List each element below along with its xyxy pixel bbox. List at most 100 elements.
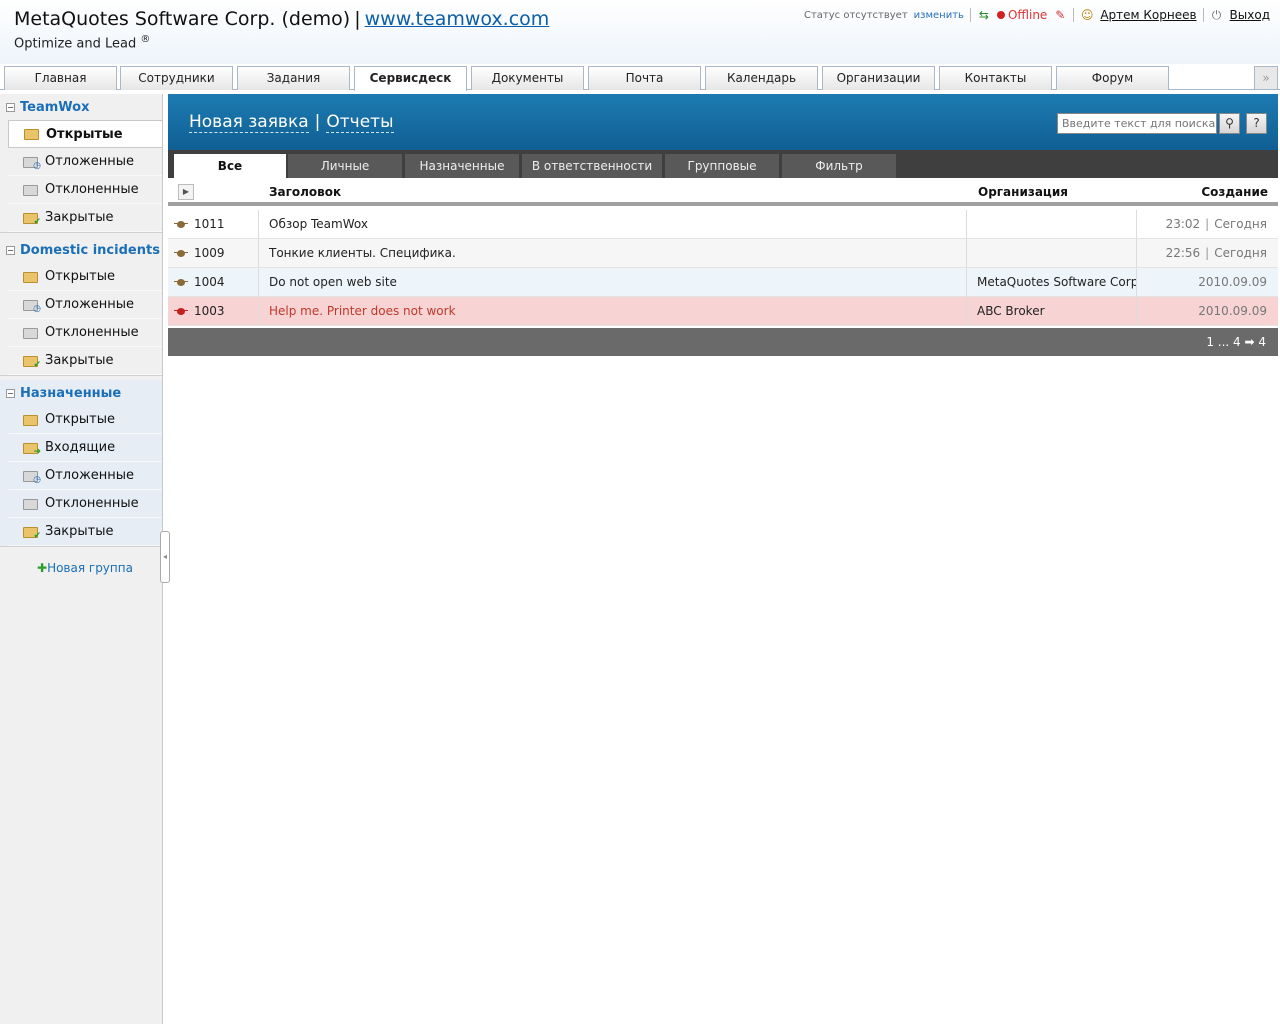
- table-row[interactable]: 1011 Обзор TeamWox 23:02 | Сегодня: [168, 210, 1278, 239]
- table-row[interactable]: 1009 Тонкие клиенты. Специфика. 22:56 | Се…: [168, 239, 1278, 268]
- sidebar-item-postponed[interactable]: ◷ Отложенные: [8, 291, 162, 319]
- ticket-created: 2010.09.09: [1198, 275, 1267, 289]
- app-title: MetaQuotes Software Corp. (demo) | www.tea…: [14, 8, 550, 30]
- app-header: MetaQuotes Software Corp. (demo) | www.tea…: [0, 0, 1280, 64]
- sidebar-item-rejected[interactable]: Отклоненные: [8, 490, 162, 518]
- sidebar-group-domestic-incidents: − Domestic incidents Открытые ◷ Отложенные…: [0, 237, 162, 376]
- ticket-org[interactable]: ABC Broker: [967, 297, 1137, 325]
- app-slogan: Optimize and Lead ®: [14, 34, 151, 52]
- table-row[interactable]: 1003 Help me. Printer does not work ABC …: [168, 297, 1278, 326]
- folder-clock-icon: ◷: [22, 154, 41, 170]
- banner-links: Новая заявка | Отчеты: [189, 112, 394, 133]
- ticket-id-cell: 1009: [168, 239, 259, 267]
- sidebar-item-open[interactable]: Открытые: [8, 263, 162, 291]
- sidebar-item-closed[interactable]: ✔ Закрытые: [8, 347, 162, 375]
- sidebar-item-postponed[interactable]: ◷ Отложенные: [8, 148, 162, 176]
- sidebar-item-closed[interactable]: ✔ Закрытые: [8, 518, 162, 546]
- ticket-created: 22:56 | Сегодня: [1165, 246, 1267, 260]
- expand-icon[interactable]: ▶: [178, 184, 194, 200]
- new-request-link[interactable]: Новая заявка: [189, 112, 309, 133]
- collapse-icon[interactable]: −: [6, 388, 15, 398]
- ticket-created: 23:02 | Сегодня: [1165, 217, 1267, 231]
- divider: [1073, 8, 1075, 22]
- ticket-title[interactable]: Тонкие клиенты. Специфика.: [259, 239, 967, 267]
- search-button[interactable]: ⚲: [1219, 113, 1240, 134]
- folder-rejected-icon: [22, 496, 40, 512]
- sidebar-item-closed[interactable]: ✔ Закрытые: [8, 204, 162, 232]
- search-input[interactable]: [1057, 113, 1217, 134]
- tab-personal[interactable]: Личные: [288, 154, 402, 178]
- folder-open-icon: [22, 269, 40, 285]
- ticket-created: 2010.09.09: [1198, 304, 1267, 318]
- tab-documents[interactable]: Документы: [471, 66, 584, 90]
- tab-employees[interactable]: Сотрудники: [120, 66, 233, 90]
- servicedesk-banner: Новая заявка|Отчеты ⚲ ?: [168, 94, 1278, 150]
- tab-responsibility[interactable]: В ответственности: [522, 154, 662, 178]
- user-icon: ☺: [1081, 8, 1094, 22]
- tab-assigned[interactable]: Назначенные: [405, 154, 519, 178]
- tab-organizations[interactable]: Организации: [822, 66, 935, 90]
- folder-incoming-icon: ➜: [22, 440, 41, 456]
- sidebar-item-rejected[interactable]: Отклоненные: [8, 319, 162, 347]
- tab-calendar[interactable]: Календарь: [705, 66, 818, 90]
- column-created-header[interactable]: Создание: [1201, 185, 1268, 199]
- divider: [1202, 8, 1204, 22]
- folder-check-icon: ✔: [22, 353, 41, 369]
- translate-icon[interactable]: ⇆: [977, 8, 991, 22]
- folder-rejected-icon: [22, 325, 40, 341]
- column-title-header[interactable]: Заголовок: [269, 185, 341, 199]
- tab-forum[interactable]: Форум: [1056, 66, 1169, 90]
- presence-status[interactable]: Offline: [996, 8, 1047, 22]
- main-nav-tabs: Главная Сотрудники Задания Сервисдеск До…: [0, 64, 1280, 91]
- sidebar-group-header[interactable]: − Domestic incidents: [0, 237, 162, 263]
- tab-contacts[interactable]: Контакты: [939, 66, 1052, 90]
- ticket-title[interactable]: Help me. Printer does not work: [259, 297, 967, 325]
- sidebar-item-postponed[interactable]: ◷ Отложенные: [8, 462, 162, 490]
- tab-mail[interactable]: Почта: [588, 66, 701, 90]
- edit-status-icon[interactable]: ✎: [1053, 8, 1067, 22]
- header-user-panel: Статус отсутствует изменить ⇆ Offline ✎ …: [804, 8, 1270, 22]
- tab-servicedesk[interactable]: Сервисдеск: [354, 66, 467, 91]
- tab-all[interactable]: Все: [174, 154, 286, 178]
- site-link[interactable]: www.teamwox.com: [365, 8, 550, 30]
- collapse-icon[interactable]: −: [6, 245, 15, 255]
- tab-group[interactable]: Групповые: [665, 154, 779, 178]
- ticket-org[interactable]: MetaQuotes Software Corp: [967, 268, 1137, 296]
- table-row[interactable]: 1004 Do not open web site MetaQuotes Sof…: [168, 268, 1278, 297]
- help-button[interactable]: ?: [1246, 113, 1267, 134]
- sidebar-group-header[interactable]: − Назначенные: [0, 380, 162, 406]
- pagination[interactable]: 1 ... 4 ➡ 4: [168, 328, 1278, 356]
- user-name-link[interactable]: Артем Корнеев: [1100, 8, 1196, 22]
- folder-clock-icon: ◷: [22, 297, 41, 313]
- sidebar-group-header[interactable]: − TeamWox: [0, 94, 162, 120]
- status-change-link[interactable]: изменить: [914, 10, 964, 21]
- folder-open-icon: [22, 412, 40, 428]
- logout-link[interactable]: Выход: [1230, 8, 1270, 22]
- collapse-icon[interactable]: −: [6, 102, 15, 112]
- tabs-more-button[interactable]: »: [1254, 66, 1278, 90]
- filter-tabs: Все Личные Назначенные В ответственности…: [168, 150, 1278, 178]
- ticket-id-cell: 1011: [168, 210, 259, 238]
- bug-icon: [174, 218, 188, 230]
- ticket-title[interactable]: Обзор TeamWox: [259, 210, 967, 238]
- tab-filter[interactable]: Фильтр: [782, 154, 896, 178]
- sidebar-item-incoming[interactable]: ➜ Входящие: [8, 434, 162, 462]
- power-icon[interactable]: ⏻: [1210, 8, 1224, 22]
- sidebar-item-open[interactable]: Открытые: [8, 120, 162, 148]
- column-org-header[interactable]: Организация: [978, 185, 1068, 199]
- new-group-link[interactable]: ✚Новая группа: [37, 561, 133, 575]
- folder-clock-icon: ◷: [22, 468, 41, 484]
- company-name: MetaQuotes Software Corp. (demo): [14, 8, 351, 30]
- sidebar-item-open[interactable]: Открытые: [8, 406, 162, 434]
- sidebar: − TeamWox Открытые ◷ Отложенные Отклоненны…: [0, 94, 163, 1024]
- tab-tasks[interactable]: Задания: [237, 66, 350, 90]
- sidebar-item-rejected[interactable]: Отклоненные: [8, 176, 162, 204]
- ticket-org: [967, 210, 1137, 238]
- reports-link[interactable]: Отчеты: [326, 112, 394, 133]
- ticket-org: [967, 239, 1137, 267]
- folder-check-icon: ✔: [22, 524, 41, 540]
- tab-home[interactable]: Главная: [4, 66, 117, 90]
- ticket-title[interactable]: Do not open web site: [259, 268, 967, 296]
- grid-header: ▶ Заголовок Организация Создание: [168, 178, 1278, 206]
- ticket-id-cell: 1004: [168, 268, 259, 296]
